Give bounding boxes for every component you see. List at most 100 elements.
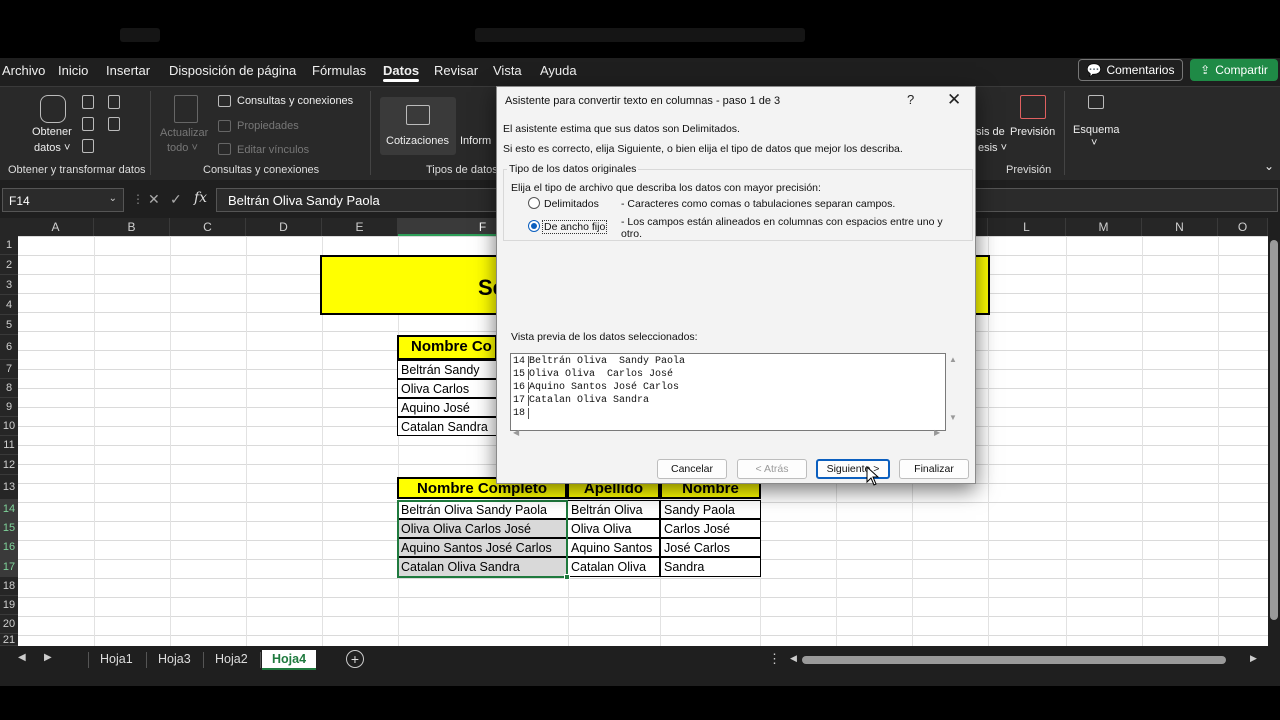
table2-cell-selected[interactable]: Aquino Santos José Carlos: [397, 538, 567, 557]
row-header-16[interactable]: 16: [0, 538, 18, 557]
share-button[interactable]: ⇪ Compartir: [1190, 59, 1278, 81]
table1-cell[interactable]: Aquino José: [397, 398, 497, 417]
menu-formulas[interactable]: Fórmulas: [312, 63, 366, 78]
row-header-5[interactable]: 5: [0, 315, 18, 335]
analisis-label-1[interactable]: sis de: [976, 126, 1005, 138]
table2-cell-selected[interactable]: Oliva Oliva Carlos José: [397, 519, 567, 538]
table2-cell[interactable]: Beltrán Oliva: [567, 500, 660, 519]
radio-delimitados[interactable]: [528, 197, 540, 209]
existing-connections-icon[interactable]: [82, 139, 94, 153]
tab-hoja1[interactable]: Hoja1: [90, 650, 143, 670]
recent-sources-icon[interactable]: [108, 117, 120, 131]
actualizar-label-1[interactable]: Actualizar: [160, 127, 208, 139]
col-header-e[interactable]: E: [322, 218, 398, 236]
consultas-conexiones-button[interactable]: Consultas y conexiones: [237, 95, 353, 107]
col-header-c[interactable]: C: [170, 218, 246, 236]
actualizar-label-2[interactable]: todo ˅: [167, 142, 198, 154]
col-header-o[interactable]: O: [1218, 218, 1268, 236]
radio-ancho-fijo[interactable]: [528, 220, 540, 232]
row-header-17[interactable]: 17: [0, 557, 18, 577]
row-header-1[interactable]: 1: [0, 236, 18, 255]
table2-cell[interactable]: Catalan Oliva: [567, 557, 660, 577]
table2-cell[interactable]: Aquino Santos: [567, 538, 660, 557]
from-table-icon[interactable]: [82, 117, 94, 131]
row-header-21[interactable]: 21: [0, 634, 18, 646]
row-header-8[interactable]: 8: [0, 379, 18, 398]
col-header-a[interactable]: A: [18, 218, 94, 236]
table2-cell[interactable]: Carlos José: [660, 519, 761, 538]
fx-icon[interactable]: fx: [194, 190, 207, 206]
row-header-19[interactable]: 19: [0, 596, 18, 615]
table1-cell[interactable]: Catalan Sandra: [397, 417, 497, 436]
obtener-datos-label-1[interactable]: Obtener: [32, 126, 72, 138]
cancel-button[interactable]: Cancelar: [657, 459, 727, 479]
esquema-dropdown-icon[interactable]: ˅: [1091, 137, 1097, 149]
row-header-3[interactable]: 3: [0, 275, 18, 295]
scroll-down-icon[interactable]: ▼: [949, 413, 957, 422]
table2-cell[interactable]: José Carlos: [660, 538, 761, 557]
row-header-12[interactable]: 12: [0, 455, 18, 475]
from-text-icon[interactable]: [82, 95, 94, 109]
col-header-l[interactable]: L: [988, 218, 1066, 236]
esquema-button[interactable]: Esquema: [1073, 124, 1119, 136]
row-header-13[interactable]: 13: [0, 475, 18, 500]
col-header-d[interactable]: D: [246, 218, 322, 236]
name-box[interactable]: F14 ⌄: [2, 188, 124, 212]
row-header-20[interactable]: 20: [0, 615, 18, 634]
analisis-label-2[interactable]: esis ˅: [978, 142, 1007, 154]
table2-cell-selected[interactable]: Beltrán Oliva Sandy Paola: [397, 500, 567, 519]
table1-cell[interactable]: Beltrán Sandy: [397, 360, 497, 379]
table1-cell[interactable]: Oliva Carlos: [397, 379, 497, 398]
menu-datos[interactable]: Datos: [383, 63, 420, 82]
vertical-scrollbar[interactable]: [1268, 236, 1280, 646]
table2-cell[interactable]: Sandra: [660, 557, 761, 577]
row-header-15[interactable]: 15: [0, 519, 18, 538]
chevron-down-icon[interactable]: ⌄: [109, 193, 117, 204]
row-header-18[interactable]: 18: [0, 577, 18, 596]
scroll-right-icon[interactable]: ▶: [934, 428, 940, 437]
help-icon[interactable]: ?: [907, 92, 914, 107]
tab-hoja3[interactable]: Hoja3: [148, 650, 201, 670]
informacion-button[interactable]: Inform: [460, 135, 491, 147]
tab-hoja4[interactable]: Hoja4: [262, 650, 317, 670]
col-header-b[interactable]: B: [94, 218, 170, 236]
prevision-button[interactable]: Previsión: [1010, 126, 1055, 138]
close-icon[interactable]: ✕: [947, 90, 961, 110]
row-header-7[interactable]: 7: [0, 360, 18, 379]
menu-disposicion[interactable]: Disposición de página: [169, 63, 296, 78]
propiedades-button[interactable]: Propiedades: [237, 120, 299, 132]
table2-cell-selected[interactable]: Catalan Oliva Sandra: [397, 557, 567, 577]
menu-vista[interactable]: Vista: [493, 63, 522, 78]
scroll-left-icon[interactable]: ◀: [513, 428, 519, 437]
scroll-up-icon[interactable]: ▲: [949, 355, 957, 364]
radio-delimitados-label[interactable]: Delimitados: [544, 198, 599, 210]
scroll-right-icon[interactable]: ▶: [1250, 653, 1257, 664]
fill-handle[interactable]: [564, 574, 570, 580]
row-header-9[interactable]: 9: [0, 398, 18, 417]
radio-ancho-fijo-label[interactable]: De ancho fijo: [542, 220, 608, 234]
obtener-datos-label-2[interactable]: datos ˅: [34, 142, 70, 154]
col-header-m[interactable]: M: [1066, 218, 1142, 236]
menu-archivo[interactable]: Archivo: [2, 63, 45, 78]
editar-vinculos-button[interactable]: Editar vínculos: [237, 144, 309, 156]
row-header-6[interactable]: 6: [0, 335, 18, 360]
row-header-2[interactable]: 2: [0, 255, 18, 275]
ribbon-collapse-icon[interactable]: ⌄: [1264, 159, 1274, 173]
comments-button[interactable]: 💬 Comentarios: [1078, 59, 1183, 81]
select-all-corner[interactable]: [0, 218, 18, 236]
back-button[interactable]: < Atrás: [737, 459, 807, 479]
scroll-left-icon[interactable]: ◀: [790, 653, 797, 664]
table2-cell[interactable]: Sandy Paola: [660, 500, 761, 519]
from-web-icon[interactable]: [108, 95, 120, 109]
more-icon[interactable]: ⋮: [768, 651, 781, 667]
next-sheet-icon[interactable]: ▶: [44, 652, 52, 663]
prev-sheet-icon[interactable]: ◀: [18, 652, 26, 663]
col-header-n[interactable]: N: [1142, 218, 1218, 236]
row-header-11[interactable]: 11: [0, 436, 18, 455]
row-header-14[interactable]: 14: [0, 500, 18, 519]
table1-header[interactable]: Nombre Co: [397, 335, 497, 360]
cancel-icon[interactable]: ✕: [148, 191, 160, 208]
confirm-icon[interactable]: ✓: [170, 191, 182, 208]
menu-inicio[interactable]: Inicio: [58, 63, 88, 78]
row-header-4[interactable]: 4: [0, 295, 18, 315]
